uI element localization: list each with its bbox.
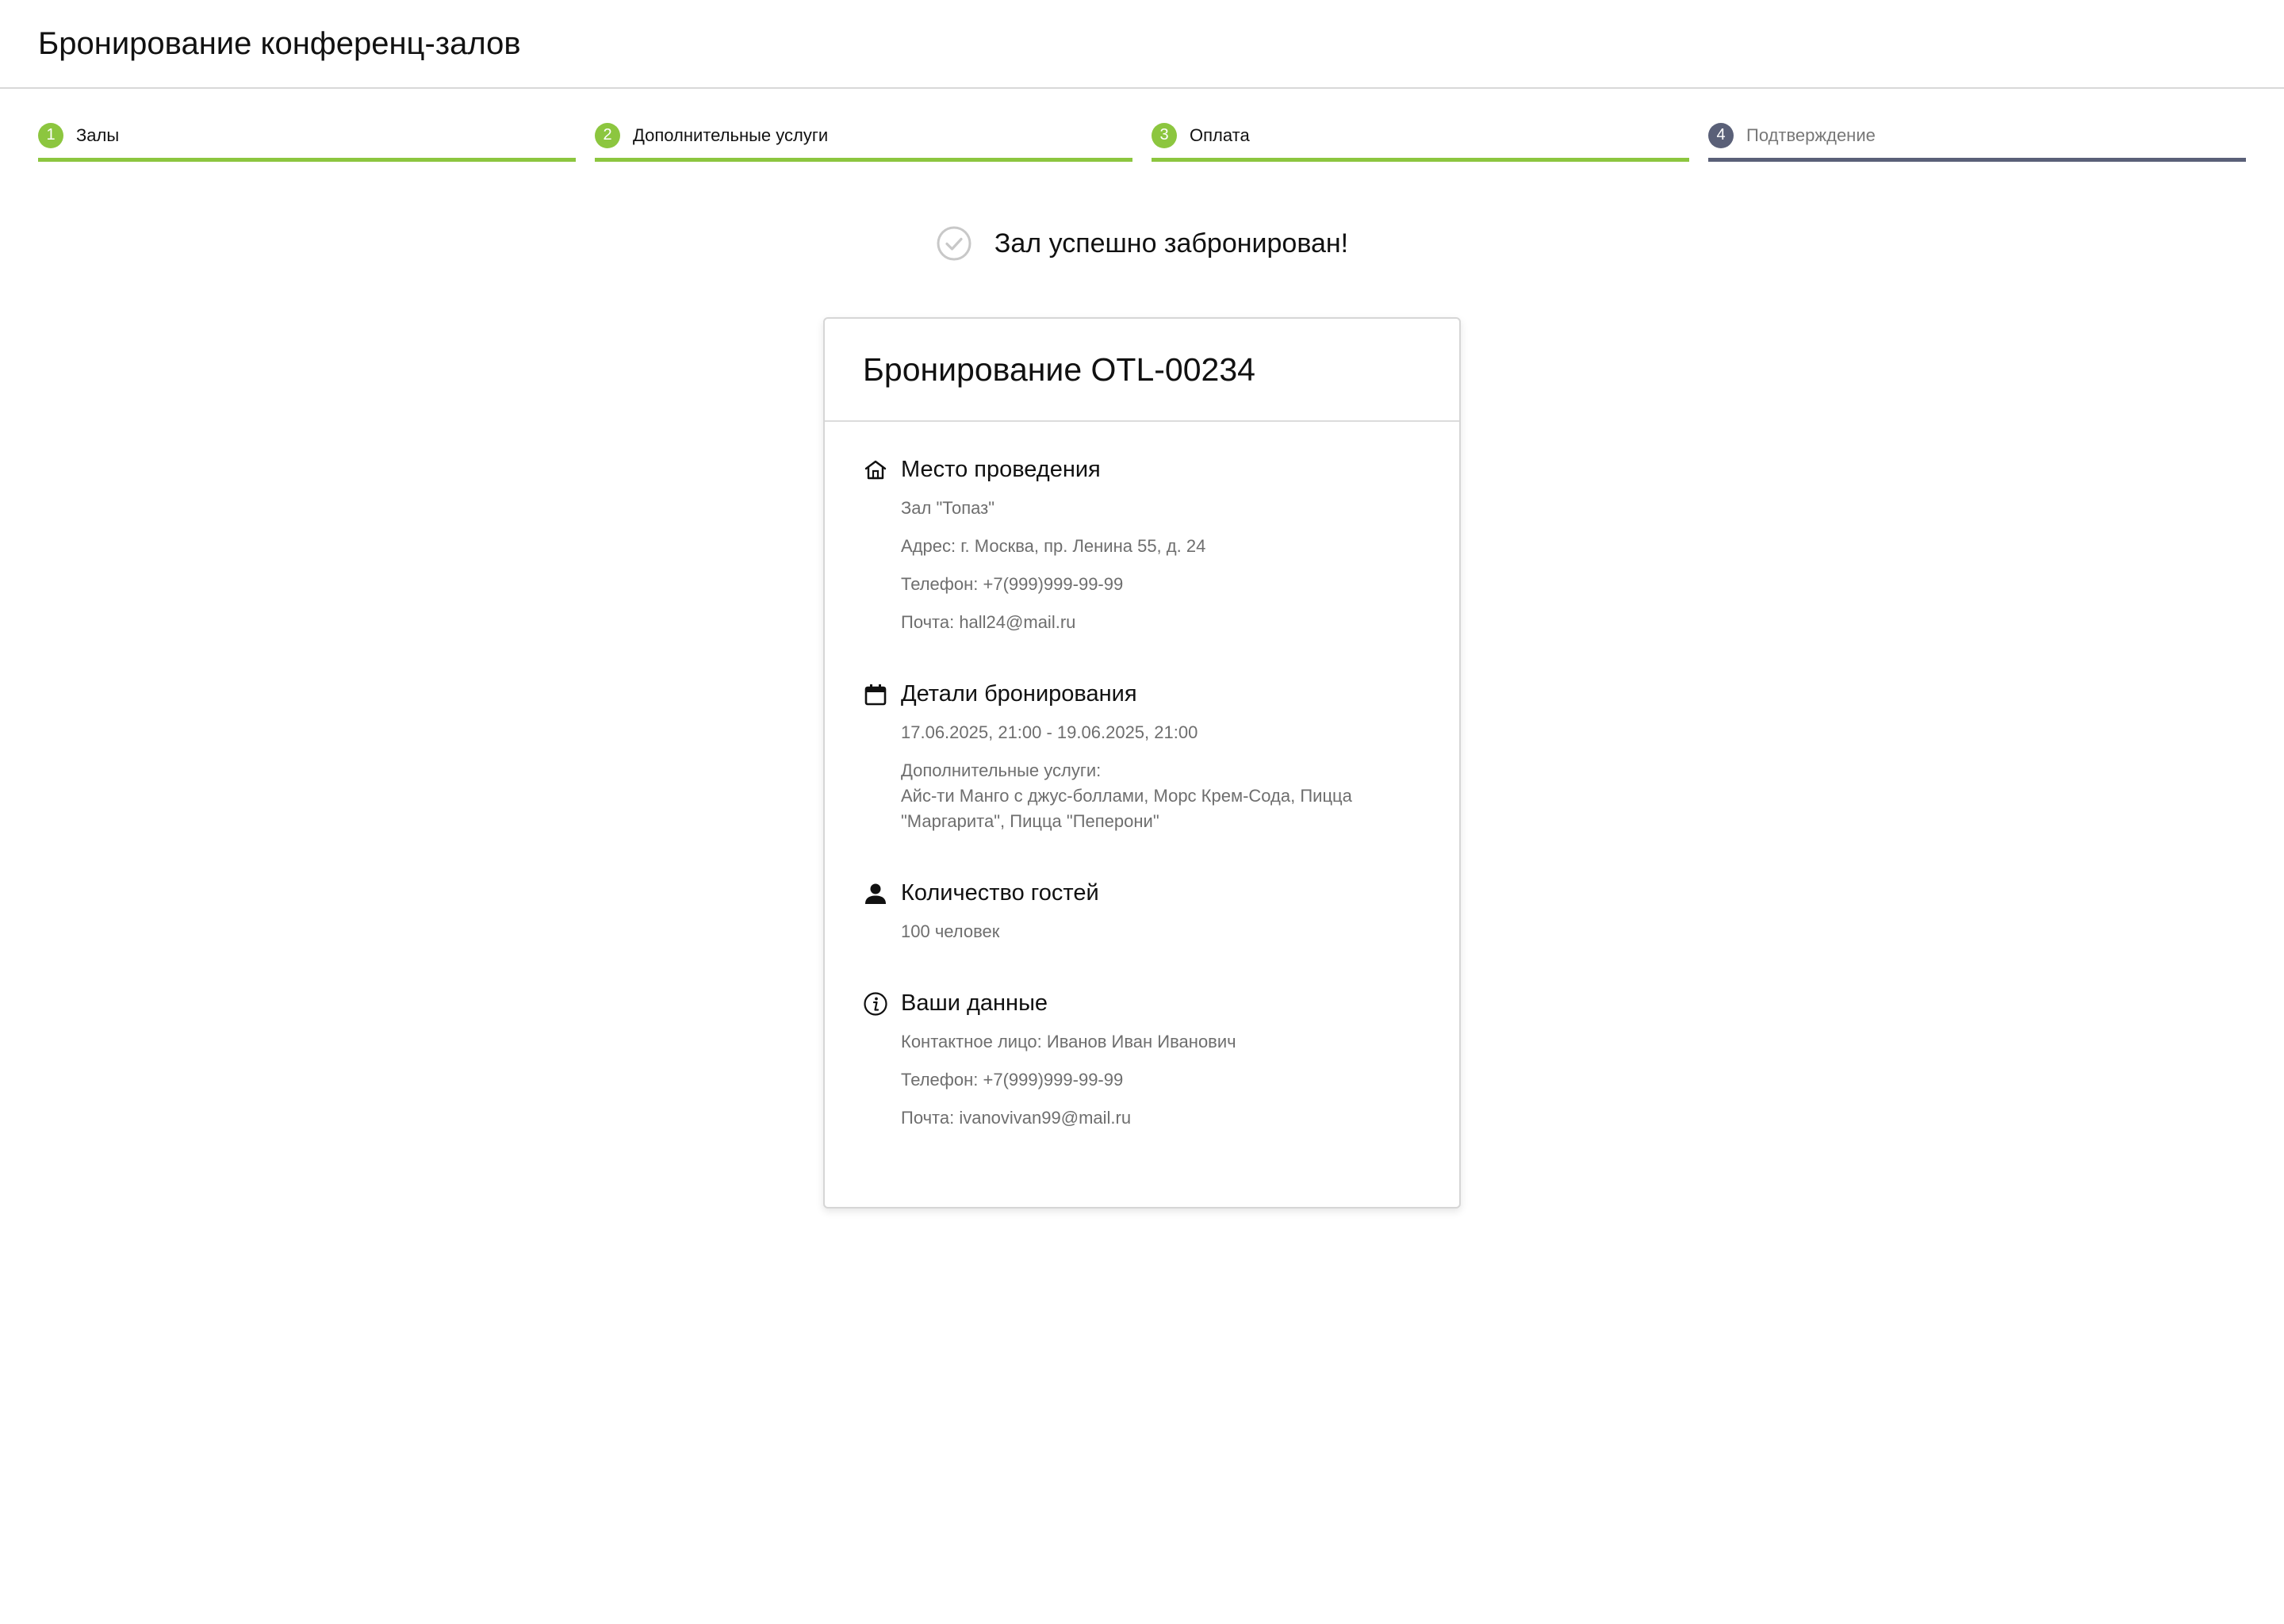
venue-section: Место проведения Зал "Топаз" Адрес: г. М… [863,457,1421,635]
step-label: Оплата [1190,124,1250,145]
guests-count: 100 человек [901,921,1000,941]
booking-card-body: Место проведения Зал "Топаз" Адрес: г. М… [825,422,1459,1131]
contact-section: Ваши данные Контактное лицо: Иванов Иван… [863,990,1421,1131]
step-label: Подтверждение [1746,124,1876,145]
step-number: 3 [1152,122,1177,148]
step-number: 4 [1708,122,1734,148]
step-label: Дополнительные услуги [633,124,829,145]
step-halls[interactable]: 1 Залы [38,114,576,162]
home-icon [864,460,887,479]
extra-services-label: Дополнительные услуги: [901,760,1102,780]
app-header: Бронирование конференц-залов [0,0,2284,89]
contact-email: Почта: ivanovivan99@mail.ru [901,1108,1132,1128]
booking-dates: 17.06.2025, 21:00 - 19.06.2025, 21:00 [901,722,1198,742]
extra-services: Дополнительные услуги: Айс-ти Манго с дж… [901,758,1421,834]
venue-heading: Место проведения [863,457,1421,483]
details-heading: Детали бронирования [863,681,1421,707]
guests-heading: Количество гостей [863,880,1421,906]
details-section-title: Детали бронирования [901,681,1137,707]
details-section: Детали бронирования 17.06.2025, 21:00 - … [863,681,1421,834]
contact-person: Контактное лицо: Иванов Иван Иванович [901,1032,1236,1051]
step-confirmation[interactable]: 4 Подтверждение [1708,114,2246,162]
venue-hall: Зал "Топаз" [901,498,995,518]
calendar-icon [864,684,887,705]
contact-heading: Ваши данные [863,990,1421,1017]
contact-phone: Телефон: +7(999)999-99-99 [901,1070,1124,1090]
venue-phone: Телефон: +7(999)999-99-99 [901,574,1124,594]
venue-address: Адрес: г. Москва, пр. Ленина 55, д. 24 [901,536,1206,556]
contact-section-title: Ваши данные [901,990,1048,1016]
guests-section-title: Количество гостей [901,880,1099,906]
step-payment[interactable]: 3 Оплата [1152,114,1689,162]
booking-card: Бронирование OTL-00234 Место проведения … [823,317,1461,1208]
booking-stepper: 1 Залы 2 Дополнительные услуги 3 Оплата … [38,114,2246,162]
step-label: Залы [76,124,120,145]
page-title: Бронирование конференц-залов [38,25,521,61]
step-number: 2 [595,122,620,148]
success-banner: Зал успешно забронирован! [0,225,2284,262]
check-circle-icon [937,226,971,261]
extra-services-list: Айс-ти Манго с джус-боллами, Морс Крем-С… [901,786,1352,831]
info-icon [864,991,887,1016]
step-number: 1 [38,122,63,148]
guests-section: Количество гостей 100 человек [863,880,1421,944]
step-extra-services[interactable]: 2 Дополнительные услуги [595,114,1132,162]
success-message: Зал успешно забронирован! [994,228,1349,259]
venue-email: Почта: hall24@mail.ru [901,612,1076,632]
venue-section-title: Место проведения [901,457,1101,482]
booking-card-header: Бронирование OTL-00234 [825,319,1459,422]
person-icon [865,883,886,904]
booking-title: Бронирование OTL-00234 [863,350,1255,388]
